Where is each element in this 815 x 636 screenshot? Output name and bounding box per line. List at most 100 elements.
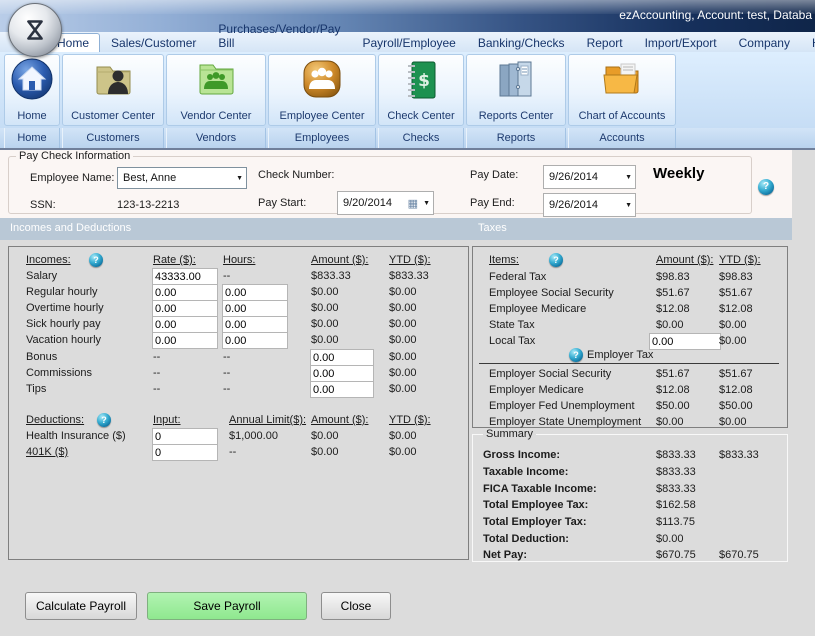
ytd-header: YTD ($):: [719, 254, 761, 266]
ssn-value: 123-13-2213: [117, 199, 179, 211]
tax-row-local: Local Tax $0.00: [473, 335, 787, 350]
income-row-vacation-hourly: Vacation hourly $0.00 $0.00: [9, 334, 468, 349]
incomes-deductions-box: Incomes: Rate ($): Hours: Amount ($): YT…: [8, 246, 469, 560]
chevron-down-icon: ▼: [236, 175, 243, 182]
svg-text:$: $: [418, 71, 430, 91]
tax-label: Employer Social Security: [489, 368, 611, 380]
income-ytd: $0.00: [389, 286, 417, 298]
summary-amount: $833.33: [656, 483, 696, 495]
health-insurance-input[interactable]: [152, 428, 218, 445]
pay-date-datepicker[interactable]: 9/26/2014 ▼: [543, 165, 636, 189]
income-label: Overtime hourly: [26, 302, 104, 314]
help-globe-icon[interactable]: [758, 179, 774, 195]
incomes-header-row: Incomes: Rate ($): Hours: Amount ($): YT…: [9, 254, 468, 269]
hours-header: Hours:: [223, 254, 255, 266]
income-label: Regular hourly: [26, 286, 98, 298]
group-customers: Customers: [62, 128, 164, 148]
summary-amount: $113.75: [656, 516, 695, 528]
section-header-bar: Incomes and Deductions Taxes: [0, 218, 792, 240]
ezaccounting-window: ezAccounting, Account: test, Databa Home…: [0, 0, 815, 636]
income-row-regular-hourly: Regular hourly $0.00 $0.00: [9, 286, 468, 301]
help-globe-icon[interactable]: [89, 253, 103, 267]
toolbar-vendor-center-button[interactable]: Vendor Center: [166, 54, 266, 126]
tax-amount: $12.08: [656, 303, 690, 315]
menu-import-export[interactable]: Import/Export: [634, 33, 728, 52]
toolbar-check-center-button[interactable]: $ Check Center: [378, 54, 464, 126]
toolbar-home-button[interactable]: Home: [4, 54, 60, 126]
menu-payroll-employee[interactable]: Payroll/Employee: [351, 33, 466, 52]
toolbar-customer-center-button[interactable]: Customer Center: [62, 54, 164, 126]
income-amount: $0.00: [311, 334, 339, 346]
help-globe-icon[interactable]: [549, 253, 563, 267]
calculate-payroll-button[interactable]: Calculate Payroll: [25, 592, 137, 620]
menu-purchases-vendor[interactable]: Purchases/Vendor/Pay Bill: [207, 19, 351, 52]
tax-ytd: $0.00: [719, 319, 747, 331]
pay-start-label: Pay Start:: [258, 197, 306, 209]
income-row-overtime-hourly: Overtime hourly $0.00 $0.00: [9, 302, 468, 317]
commissions-amount-input[interactable]: [310, 365, 374, 382]
customer-folder-icon: [91, 57, 135, 101]
toolbar-employee-center-button[interactable]: Employee Center: [268, 54, 376, 126]
help-globe-icon[interactable]: [97, 413, 111, 427]
regular-hours-input[interactable]: [222, 284, 288, 301]
income-row-tips: Tips -- -- $0.00: [9, 383, 468, 398]
summary-row-taxable: Taxable Income: $833.33: [473, 466, 787, 481]
vacation-hours-input[interactable]: [222, 332, 288, 349]
close-button[interactable]: Close: [321, 592, 391, 620]
toolbar-reports-center-button[interactable]: Reports Center: [466, 54, 566, 126]
menu-report[interactable]: Report: [576, 33, 634, 52]
app-menu-orb[interactable]: [8, 3, 62, 57]
overtime-hours-input[interactable]: [222, 300, 288, 317]
income-label: Commissions: [26, 367, 92, 379]
tax-amount: $51.67: [656, 287, 690, 299]
group-vendors: Vendors: [166, 128, 266, 148]
deduction-ytd: $0.00: [389, 446, 417, 458]
income-rate: --: [153, 351, 160, 363]
pay-end-datepicker[interactable]: 9/26/2014 ▼: [543, 193, 636, 217]
window-title: ezAccounting, Account: test, Databa: [619, 8, 812, 22]
tax-amount: $0.00: [656, 416, 684, 428]
employee-name-value: Best, Anne: [123, 172, 176, 184]
ribbon-toolbar: Home Customer Center Vendor Center: [0, 52, 815, 128]
sick-hours-input[interactable]: [222, 316, 288, 333]
income-label: Salary: [26, 270, 57, 282]
tax-amount: $51.67: [656, 368, 690, 380]
tips-amount-input[interactable]: [310, 381, 374, 398]
employee-name-select[interactable]: Best, Anne ▼: [117, 167, 247, 189]
deduction-401k-link[interactable]: 401K ($): [26, 446, 68, 458]
help-globe-icon[interactable]: [569, 348, 583, 362]
sick-rate-input[interactable]: [152, 316, 218, 333]
employer-tax-header: Employer Tax: [587, 349, 653, 361]
report-binders-icon: [494, 57, 538, 101]
menu-company[interactable]: Company: [728, 33, 801, 52]
menu-help[interactable]: Help: [801, 33, 815, 52]
income-label: Tips: [26, 383, 46, 395]
regular-rate-input[interactable]: [152, 284, 218, 301]
ssn-label: SSN:: [30, 199, 56, 211]
overtime-rate-input[interactable]: [152, 300, 218, 317]
annual-limit-header: Annual Limit($):: [229, 414, 306, 426]
401k-input[interactable]: [152, 444, 218, 461]
pay-start-datepicker[interactable]: 9/20/2014 ▦ ▼: [337, 191, 434, 215]
tax-row-employer-ss: Employer Social Security $51.67 $51.67: [473, 368, 787, 383]
salary-rate-input[interactable]: [152, 268, 218, 285]
income-ytd: $0.00: [389, 383, 417, 395]
menu-banking-checks[interactable]: Banking/Checks: [467, 33, 576, 52]
save-payroll-button[interactable]: Save Payroll: [147, 592, 307, 620]
bonus-amount-input[interactable]: [310, 349, 374, 366]
local-tax-input[interactable]: [649, 333, 721, 350]
vacation-rate-input[interactable]: [152, 332, 218, 349]
pay-date-value: 9/26/2014: [549, 171, 598, 183]
summary-label: Net Pay:: [483, 549, 527, 561]
tax-ytd: $50.00: [719, 400, 753, 412]
menu-bar: Home Sales/Customer Purchases/Vendor/Pay…: [0, 32, 815, 52]
toolbar-chart-of-accounts-button[interactable]: Chart of Accounts: [568, 54, 676, 126]
deduction-amount: $0.00: [311, 430, 339, 442]
taxes-header-row: Items: Amount ($): YTD ($):: [473, 254, 787, 269]
chevron-down-icon: ▼: [625, 202, 632, 209]
deduction-label: Health Insurance ($): [26, 430, 126, 442]
summary-label: FICA Taxable Income:: [483, 483, 597, 495]
taxes-box: Items: Amount ($): YTD ($): Federal Tax …: [472, 246, 788, 428]
menu-sales-customer[interactable]: Sales/Customer: [100, 33, 207, 52]
summary-ytd: $833.33: [719, 449, 759, 461]
